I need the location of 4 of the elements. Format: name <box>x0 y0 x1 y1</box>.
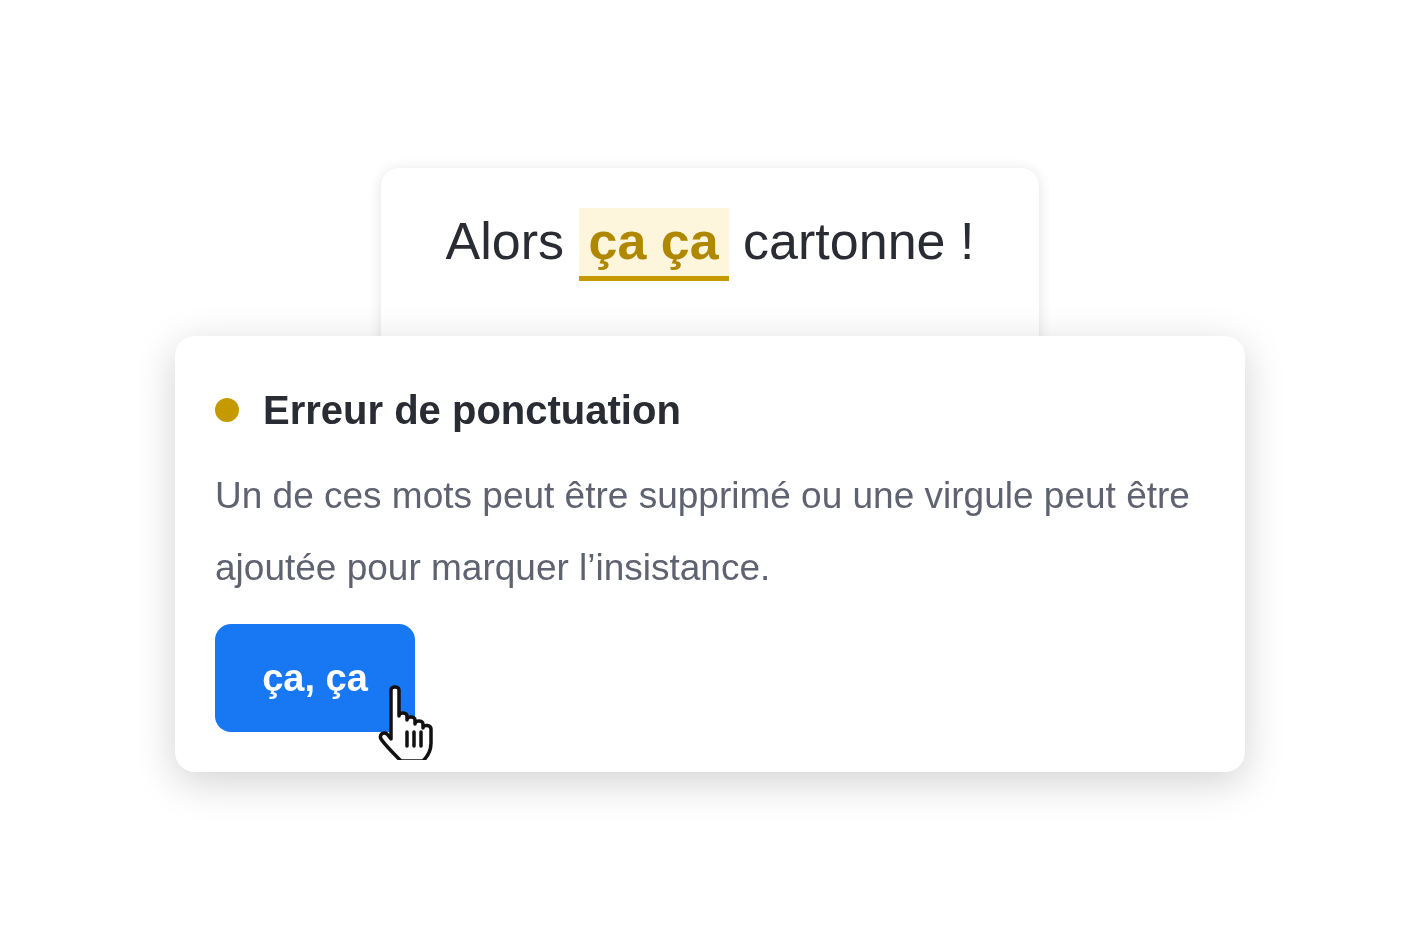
sentence-text: Alors ça ça cartonne ! <box>445 208 975 281</box>
issue-title: Erreur de ponctuation <box>263 387 681 434</box>
issue-message: Un de ces mots peut être supprimé ou une virgule peut être ajoutée pour marquer l’insistance. <box>215 474 1191 590</box>
suggestion-button[interactable]: ça, ça <box>215 624 415 732</box>
